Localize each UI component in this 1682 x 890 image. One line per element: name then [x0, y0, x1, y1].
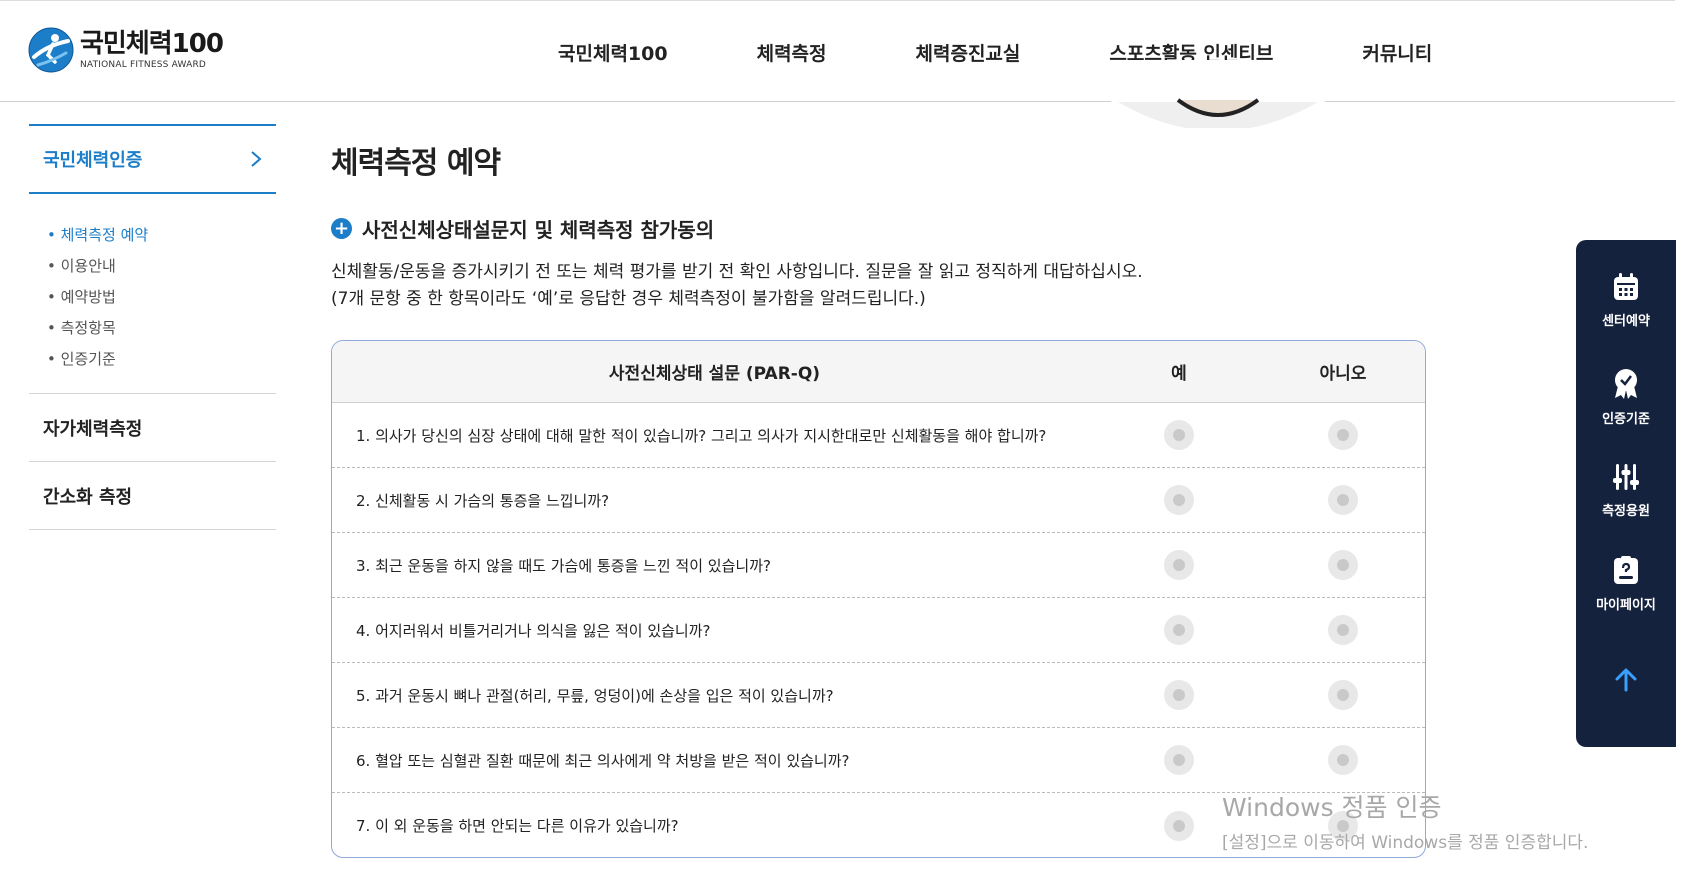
table-row: 4. 어지러워서 비틀거리거나 의식을 잃은 적이 있습니까?	[332, 598, 1425, 663]
radio-no-q7[interactable]	[1328, 810, 1358, 841]
radio-yes-q1[interactable]	[1164, 420, 1194, 450]
logo-subtitle: NATIONAL FITNESS AWARD	[80, 60, 207, 70]
quick-center-reservation[interactable]: 센터예약	[1576, 272, 1676, 329]
sidebar-main-label: 국민체력인증	[43, 150, 143, 171]
page-title: 체력측정 예약	[331, 146, 501, 181]
sidebar-sub-reservation[interactable]: • 체력측정 예약	[47, 220, 276, 251]
nav-national-fitness[interactable]: 국민체력100	[558, 39, 668, 66]
quick-measurement-staff[interactable]: 측정용원	[1576, 462, 1676, 519]
calendar-icon	[1614, 273, 1638, 300]
sidebar-item-self-measurement[interactable]: 자가체력측정	[29, 394, 276, 462]
table-row: 2. 신체활동 시 가슴의 통증을 느낍니까?	[332, 468, 1425, 533]
nav-community[interactable]: 커뮤니티	[1362, 39, 1432, 66]
radio-yes-q4[interactable]	[1164, 615, 1194, 645]
instructions: 신체활동/운동을 증가시키기 전 또는 체력 평가를 받기 전 확인 사항입니다…	[331, 259, 1143, 313]
quick-my-page[interactable]: 마이페이지	[1576, 556, 1676, 613]
chevron-right-icon	[251, 151, 262, 167]
table-row: 5. 과거 운동시 뼈나 관절(허리, 무릎, 엉덩이)에 손상을 입은 적이 …	[332, 663, 1425, 728]
radio-no-q2[interactable]	[1328, 485, 1358, 515]
radio-yes-q3[interactable]	[1164, 550, 1194, 580]
radio-yes-q2[interactable]	[1164, 485, 1194, 515]
logo-mark-icon	[28, 27, 74, 73]
section-title-text: 사전신체상태설문지 및 체력측정 참가동의	[362, 218, 715, 242]
sidebar-item-simplified-measurement[interactable]: 간소화 측정	[29, 462, 276, 530]
banner-illustration	[1108, 60, 1328, 128]
instructions-line-2: (7개 문항 중 한 항목이라도 ‘예’로 응답한 경우 체력측정이 불가함을 …	[331, 289, 926, 309]
id-card-icon	[1614, 556, 1638, 584]
header-yes: 예	[1171, 364, 1187, 384]
parq-table-header: 사전신체상태 설문 (PAR-Q) 예 아니오	[332, 341, 1425, 403]
quick-certification-criteria[interactable]: 인증기준	[1576, 368, 1676, 427]
nav-fitness-class[interactable]: 체력증진교실	[916, 39, 1021, 66]
sidebar-sub-certification-criteria[interactable]: • 인증기준	[47, 344, 276, 375]
quick-menu: 센터예약 인증기준 측정용원 마이페이지	[1576, 240, 1676, 747]
question-text: 4. 어지러워서 비틀거리거나 의식을 잃은 적이 있습니까?	[356, 621, 711, 640]
radio-yes-q7[interactable]	[1164, 810, 1194, 841]
section-title: + 사전신체상태설문지 및 체력측정 참가동의	[331, 214, 714, 243]
parq-table: 사전신체상태 설문 (PAR-Q) 예 아니오 1. 의사가 당신의 심장 상태…	[331, 340, 1426, 858]
scroll-to-top-button[interactable]	[1576, 668, 1676, 696]
radio-no-q1[interactable]	[1328, 420, 1358, 450]
arrow-up-icon	[1615, 668, 1637, 692]
sidebar-sub-usage-guide[interactable]: • 이용안내	[47, 251, 276, 282]
radio-no-q3[interactable]	[1328, 550, 1358, 580]
plus-circle-icon: +	[331, 218, 352, 239]
radio-yes-q5[interactable]	[1164, 680, 1194, 710]
question-text: 3. 최근 운동을 하지 않을 때도 가슴에 통증을 느낀 적이 있습니까?	[356, 556, 771, 575]
question-text: 5. 과거 운동시 뼈나 관절(허리, 무릎, 엉덩이)에 손상을 입은 적이 …	[356, 686, 834, 705]
site-header: 국민체력100 NATIONAL FITNESS AWARD 국민체력100 체…	[0, 0, 1675, 102]
table-row: 3. 최근 운동을 하지 않을 때도 가슴에 통증을 느낀 적이 있습니까?	[332, 533, 1425, 598]
radio-no-q6[interactable]	[1328, 745, 1358, 775]
radio-no-q4[interactable]	[1328, 615, 1358, 645]
header-no: 아니오	[1319, 364, 1367, 384]
header-question: 사전신체상태 설문 (PAR-Q)	[608, 364, 821, 384]
radio-yes-q6[interactable]	[1164, 745, 1194, 775]
instructions-line-1: 신체활동/운동을 증가시키기 전 또는 체력 평가를 받기 전 확인 사항입니다…	[331, 262, 1143, 282]
radio-no-q5[interactable]	[1328, 680, 1358, 710]
sidebar: 국민체력인증 • 체력측정 예약 • 이용안내 • 예약방법 • 측정항목 • …	[29, 124, 276, 530]
sidebar-submenu: • 체력측정 예약 • 이용안내 • 예약방법 • 측정항목 • 인증기준	[29, 194, 276, 394]
site-logo[interactable]: 국민체력100 NATIONAL FITNESS AWARD	[28, 27, 224, 73]
nav-fitness-measurement[interactable]: 체력측정	[757, 39, 827, 66]
table-row: 7. 이 외 운동을 하면 안되는 다른 이유가 있습니까?	[332, 793, 1425, 857]
question-text: 7. 이 외 운동을 하면 안되는 다른 이유가 있습니까?	[356, 817, 679, 835]
logo-title: 국민체력100	[80, 29, 224, 59]
question-text: 6. 혈압 또는 심혈관 질환 때문에 최근 의사에게 약 처방을 받은 적이 …	[356, 751, 850, 770]
question-text: 2. 신체활동 시 가슴의 통증을 느낍니까?	[356, 491, 610, 510]
question-text: 1. 의사가 당신의 심장 상태에 대해 말한 적이 있습니까? 그리고 의사가…	[356, 426, 1047, 445]
table-row: 1. 의사가 당신의 심장 상태에 대해 말한 적이 있습니까? 그리고 의사가…	[332, 403, 1425, 468]
sliders-icon	[1613, 464, 1639, 490]
table-row: 6. 혈압 또는 심혈관 질환 때문에 최근 의사에게 약 처방을 받은 적이 …	[332, 728, 1425, 793]
award-badge-icon	[1615, 369, 1637, 399]
sidebar-main-national-certification[interactable]: 국민체력인증	[29, 124, 276, 194]
sidebar-sub-reservation-method[interactable]: • 예약방법	[47, 282, 276, 313]
sidebar-sub-measurement-items[interactable]: • 측정항목	[47, 313, 276, 344]
